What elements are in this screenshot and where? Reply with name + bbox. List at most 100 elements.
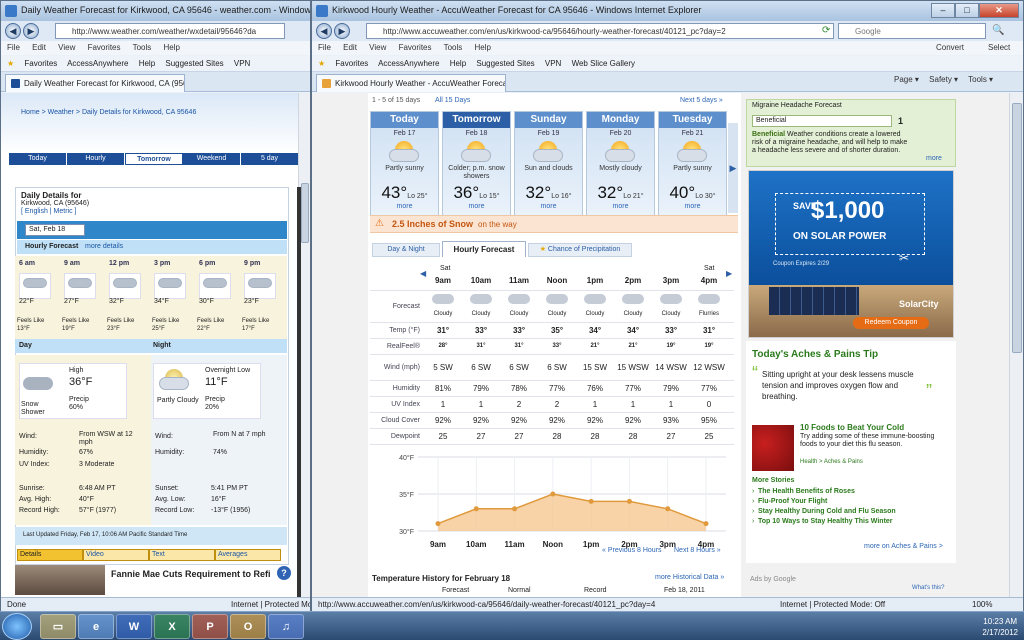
left-active-tab[interactable]: Daily Weather Forecast for Kirkwood, CA … <box>5 74 185 92</box>
fav-favorites[interactable]: Favorites <box>24 59 57 68</box>
minimize-button[interactable]: – <box>931 3 955 18</box>
day-card-monday[interactable]: Monday Feb 20 Mostly cloudy 32°Lo 21° more <box>586 111 655 216</box>
select-button[interactable]: Select <box>988 43 1010 52</box>
back-button[interactable]: ◀ <box>316 23 332 39</box>
menu-tools[interactable]: Tools <box>133 43 152 52</box>
word-taskbar-icon[interactable]: W <box>116 614 152 639</box>
left-address-bar[interactable]: http://www.weather.com/weather/wxdetail/… <box>55 23 285 39</box>
fav-suggested[interactable]: Suggested Sites <box>476 59 534 68</box>
forward-button[interactable]: ▶ <box>334 23 350 39</box>
all-days-link[interactable]: All 15 Days <box>435 97 470 104</box>
story-link[interactable]: Top 10 Ways to Stay Healthy This Winter <box>758 518 893 525</box>
day-more-link[interactable]: more <box>587 203 654 210</box>
day-more-link[interactable]: more <box>371 203 438 210</box>
story-link[interactable]: Flu-Proof Your Flight <box>758 498 827 505</box>
menu-edit[interactable]: Edit <box>343 43 357 52</box>
menu-file[interactable]: File <box>7 43 20 52</box>
start-button[interactable] <box>2 613 32 640</box>
itunes-taskbar-icon[interactable]: ♫ <box>268 614 304 639</box>
foods-link[interactable]: Health > Aches & Pains <box>800 459 863 465</box>
history-link[interactable]: more Historical Data » <box>655 574 724 581</box>
left-scroll-thumb[interactable] <box>301 183 309 243</box>
forward-button[interactable]: ▶ <box>23 23 39 39</box>
tab-tomorrow[interactable]: Tomorrow <box>125 153 183 165</box>
right-scrollbar[interactable] <box>1009 93 1023 597</box>
next-arrow[interactable]: ▶ <box>728 123 738 213</box>
foods-title[interactable]: 10 Foods to Beat Your Cold <box>800 423 904 432</box>
cmd-page[interactable]: Page ▾ <box>894 75 919 84</box>
fav-favorites[interactable]: Favorites <box>335 59 368 68</box>
ad-photo[interactable] <box>15 565 105 595</box>
tab-video[interactable]: Video <box>83 549 149 561</box>
day-card-today[interactable]: Today Feb 17 Partly sunny 43°Lo 25° more <box>370 111 439 216</box>
day-more-link[interactable]: more <box>443 203 510 210</box>
convert-button[interactable]: Convert <box>936 43 964 52</box>
tab-5day[interactable]: 5 day <box>241 153 299 165</box>
day-card-sunday[interactable]: Sunday Feb 19 Sun and clouds 32°Lo 16° more <box>514 111 583 216</box>
date-select[interactable]: Sat, Feb 18 <box>25 224 85 236</box>
breadcrumb[interactable]: Home > Weather > Daily Details for Kirkw… <box>21 109 196 116</box>
tab-details[interactable]: Details <box>17 549 83 561</box>
subtab-hourly[interactable]: Hourly Forecast <box>442 241 526 257</box>
day-more-link[interactable]: more <box>659 203 726 210</box>
ads-by-google[interactable]: Ads by Google <box>750 576 796 583</box>
zoom-level[interactable]: 100% <box>972 600 992 609</box>
menu-edit[interactable]: Edit <box>32 43 46 52</box>
cmd-tools[interactable]: Tools ▾ <box>968 75 993 84</box>
search-icon[interactable]: 🔍 <box>992 25 1004 36</box>
fav-accessanywhere[interactable]: AccessAnywhere <box>378 59 439 68</box>
ie-taskbar-icon[interactable]: e <box>78 614 114 639</box>
solar-ad[interactable]: SAVE $1,000 ON SOLAR POWER Coupon Expire… <box>748 170 954 338</box>
info-icon[interactable]: ? <box>277 566 291 580</box>
explorer-taskbar-icon[interactable]: ▭ <box>40 614 76 639</box>
subtab-precip[interactable]: ★ Chance of Precipitation <box>528 243 632 257</box>
fav-suggested[interactable]: Suggested Sites <box>165 59 223 68</box>
menu-favorites[interactable]: Favorites <box>88 43 121 52</box>
menu-view[interactable]: View <box>58 43 75 52</box>
right-title-bar[interactable]: Kirkwood Hourly Weather - AccuWeather Fo… <box>312 1 1023 21</box>
day-card-tomorrow[interactable]: Tomorrow Feb 18 Colder; p.m. snow showers 3… <box>442 111 511 216</box>
tab-text[interactable]: Text <box>149 549 215 561</box>
right-address-bar[interactable]: http://www.accuweather.com/en/us/kirkwoo… <box>366 23 834 39</box>
left-title-bar[interactable]: Daily Weather Forecast for Kirkwood, CA … <box>1 1 310 21</box>
menu-view[interactable]: View <box>369 43 386 52</box>
day-card-tuesday[interactable]: Tuesday Feb 21 Partly sunny 40°Lo 30° more <box>658 111 727 216</box>
fav-vpn[interactable]: VPN <box>234 59 250 68</box>
right-scroll-thumb[interactable] <box>1012 103 1022 353</box>
tab-weekend[interactable]: Weekend <box>183 153 241 165</box>
fav-vpn[interactable]: VPN <box>545 59 561 68</box>
outlook-taskbar-icon[interactable]: O <box>230 614 266 639</box>
story-link[interactable]: Stay Healthy During Cold and Flu Season <box>758 508 896 515</box>
maximize-button[interactable]: □ <box>955 3 979 18</box>
back-button[interactable]: ◀ <box>5 23 21 39</box>
prev-hours-link[interactable]: « Previous 8 Hours <box>602 547 662 554</box>
fav-help[interactable]: Help <box>450 59 466 68</box>
tab-averages[interactable]: Averages <box>215 549 281 561</box>
excel-taskbar-icon[interactable]: X <box>154 614 190 639</box>
fav-accessanywhere[interactable]: AccessAnywhere <box>67 59 128 68</box>
foods-image[interactable] <box>752 425 794 471</box>
units-toggle[interactable]: [ English | Metric ] <box>21 208 77 215</box>
next-days-link[interactable]: Next 5 days » <box>680 97 723 104</box>
more-aches-link[interactable]: more on Aches & Pains > <box>864 543 943 550</box>
tab-hourly[interactable]: Hourly <box>67 153 125 165</box>
redeem-button[interactable]: Redeem Coupon <box>853 317 929 329</box>
migraine-more[interactable]: more <box>926 155 942 162</box>
day-more-link[interactable]: more <box>515 203 582 210</box>
story-link[interactable]: The Health Benefits of Roses <box>758 488 855 495</box>
menu-help[interactable]: Help <box>164 43 180 52</box>
close-button[interactable]: ✕ <box>979 3 1019 18</box>
ad-headline[interactable]: Fannie Mae Cuts Requirement to Refi <box>111 569 271 579</box>
menu-file[interactable]: File <box>318 43 331 52</box>
more-details-link[interactable]: more details <box>85 243 123 250</box>
menu-tools[interactable]: Tools <box>444 43 463 52</box>
cmd-safety[interactable]: Safety ▾ <box>929 75 958 84</box>
subtab-day-night[interactable]: Day & Night <box>372 243 440 257</box>
powerpoint-taskbar-icon[interactable]: P <box>192 614 228 639</box>
whats-this-link[interactable]: What's this? <box>912 585 945 591</box>
tab-today[interactable]: Today <box>9 153 67 165</box>
refresh-icon[interactable]: ⟳ <box>822 25 830 36</box>
menu-help[interactable]: Help <box>475 43 491 52</box>
right-active-tab[interactable]: Kirkwood Hourly Weather - AccuWeather Fo… <box>316 74 506 92</box>
next-hours-link[interactable]: Next 8 Hours » <box>674 547 721 554</box>
